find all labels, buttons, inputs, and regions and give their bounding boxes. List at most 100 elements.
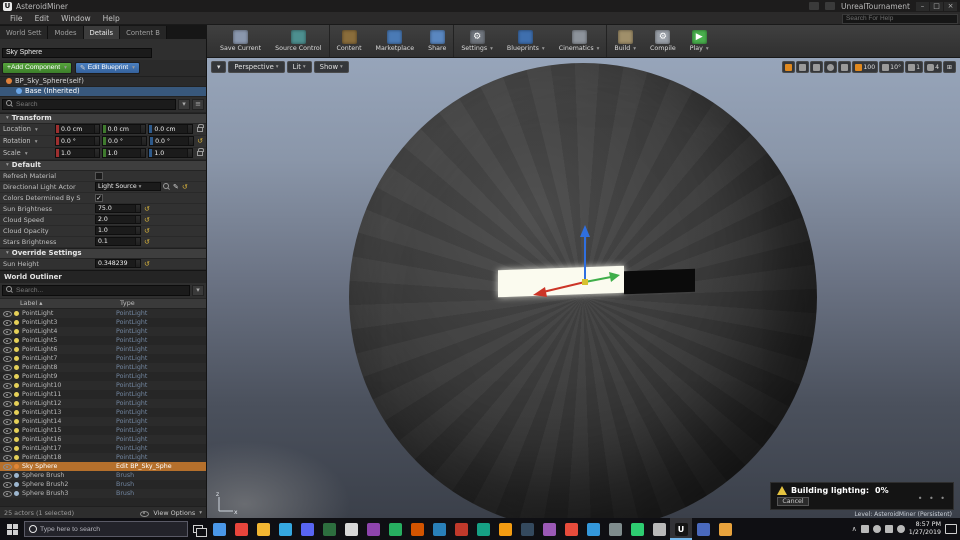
- lit-mode-button[interactable]: Lit ▾: [286, 61, 312, 73]
- y-value-field[interactable]: 1.0: [101, 148, 147, 158]
- z-value-field[interactable]: 1.0: [148, 148, 194, 158]
- visibility-eye-icon[interactable]: [3, 381, 12, 389]
- taskbar-app[interactable]: [274, 518, 296, 540]
- taskbar-app[interactable]: [428, 518, 450, 540]
- feedback-icon[interactable]: [808, 2, 819, 10]
- menu-item[interactable]: Edit: [29, 13, 56, 24]
- reset-to-default-icon[interactable]: ↺: [144, 205, 150, 213]
- edit-icon[interactable]: ✎: [173, 183, 179, 191]
- taskbar-app[interactable]: [714, 518, 736, 540]
- visibility-eye-icon[interactable]: [3, 399, 12, 407]
- cancel-button[interactable]: Cancel: [777, 497, 809, 506]
- outliner-row[interactable]: PointLight14 PointLight: [0, 416, 206, 426]
- transform-section-header[interactable]: ▾ Transform: [0, 112, 206, 124]
- reset-to-default-icon[interactable]: ↺: [197, 137, 203, 145]
- reset-to-default-icon[interactable]: ↺: [144, 227, 150, 235]
- reset-to-default-icon[interactable]: ↺: [144, 260, 150, 268]
- x-value-field[interactable]: 0.0 °: [55, 136, 101, 146]
- panel-tab[interactable]: Modes: [48, 26, 84, 39]
- surface-snap-icon[interactable]: [838, 61, 852, 73]
- lock-icon[interactable]: [197, 147, 205, 156]
- world-space-icon[interactable]: [824, 61, 838, 73]
- cloud-opacity-field[interactable]: 1.0: [95, 226, 141, 235]
- transform-gizmo[interactable]: [525, 187, 645, 307]
- viewport[interactable]: ▾ Perspective ▾ Lit ▾ Show ▾ 100 10° 1 4 ⊞ …: [207, 58, 960, 518]
- close-button[interactable]: ×: [944, 1, 957, 11]
- default-section-header[interactable]: ▾ Default: [0, 159, 206, 171]
- outliner-row[interactable]: PointLight15 PointLight: [0, 426, 206, 435]
- taskbar-app[interactable]: [362, 518, 384, 540]
- taskbar-app[interactable]: [318, 518, 340, 540]
- outliner-row[interactable]: Sphere Brush3 Brush: [0, 488, 206, 498]
- reset-to-default-icon[interactable]: ↺: [144, 238, 150, 246]
- sun-brightness-field[interactable]: 75.0: [95, 204, 141, 213]
- tray-icon-1[interactable]: [860, 525, 869, 533]
- outliner-row[interactable]: PointLight10 PointLight: [0, 380, 206, 390]
- outliner-row[interactable]: PointLight18 PointLight: [0, 452, 206, 462]
- outliner-row[interactable]: Sphere Brush2 Brush: [0, 480, 206, 489]
- outliner-row[interactable]: PointLight PointLight: [0, 308, 206, 318]
- taskbar-app[interactable]: [494, 518, 516, 540]
- move-tool-icon[interactable]: [782, 61, 796, 73]
- account-icon[interactable]: [824, 2, 835, 10]
- visibility-eye-icon[interactable]: [3, 471, 12, 479]
- override-section-header[interactable]: ▾ Override Settings: [0, 247, 206, 259]
- visibility-eye-icon[interactable]: [3, 390, 12, 398]
- stars-brightness-field[interactable]: 0.1: [95, 237, 141, 246]
- taskbar-app[interactable]: [340, 518, 362, 540]
- taskbar-app[interactable]: [252, 518, 274, 540]
- visibility-eye-icon[interactable]: [3, 453, 12, 461]
- z-value-field[interactable]: 0.0 °: [149, 136, 195, 146]
- outliner-row[interactable]: PointLight4 PointLight: [0, 326, 206, 336]
- visibility-eye-icon[interactable]: [3, 363, 12, 371]
- panel-tab[interactable]: World Sett: [0, 26, 49, 39]
- grid-snap-icon[interactable]: 100: [852, 61, 879, 73]
- visibility-eye-icon[interactable]: [3, 354, 12, 362]
- world-outliner-tab[interactable]: World Outliner: [0, 270, 206, 283]
- show-flags-button[interactable]: Show ▾: [313, 61, 349, 73]
- tray-expand-icon[interactable]: ∧: [852, 525, 857, 533]
- taskbar-app[interactable]: U: [670, 518, 692, 540]
- details-search-input[interactable]: [16, 100, 172, 108]
- visibility-eye-icon[interactable]: [3, 462, 12, 470]
- taskbar-app[interactable]: [516, 518, 538, 540]
- perspective-button[interactable]: Perspective ▾: [228, 61, 285, 73]
- taskbar-app[interactable]: [406, 518, 428, 540]
- toolbar-button[interactable]: Build ▾: [606, 25, 643, 57]
- taskbar-app[interactable]: [208, 518, 230, 540]
- taskbar-app[interactable]: [604, 518, 626, 540]
- help-search-input[interactable]: [842, 13, 958, 24]
- taskbar-app[interactable]: [384, 518, 406, 540]
- reset-to-default-icon[interactable]: ↺: [182, 183, 188, 191]
- outliner-row[interactable]: PointLight8 PointLight: [0, 362, 206, 372]
- visibility-eye-icon[interactable]: [3, 444, 12, 452]
- task-view-button[interactable]: [188, 518, 208, 540]
- y-value-field[interactable]: 0.0 cm: [101, 124, 147, 134]
- edit-blueprint-button[interactable]: ✎ Edit Blueprint ▾: [74, 61, 140, 74]
- browse-icon[interactable]: [163, 182, 171, 191]
- toolbar-button[interactable]: ⚙ Compile: [643, 25, 683, 57]
- x-value-field[interactable]: 1.0: [55, 148, 100, 158]
- viewport-options-icon[interactable]: ▾: [211, 61, 227, 73]
- scale-tool-icon[interactable]: [810, 61, 824, 73]
- visibility-eye-icon[interactable]: [3, 480, 12, 488]
- visibility-eye-icon[interactable]: [3, 318, 12, 326]
- outliner-filter-icon[interactable]: ▾: [192, 284, 204, 296]
- component-root-row[interactable]: BP_Sky_Sphere(self): [0, 76, 206, 87]
- rotation-snap-icon[interactable]: 10°: [879, 61, 905, 73]
- rotate-tool-icon[interactable]: [796, 61, 810, 73]
- sun-height-field[interactable]: 0.348239: [95, 259, 141, 268]
- filter-icon[interactable]: ▾: [178, 98, 190, 110]
- column-header-label[interactable]: Label ▴: [20, 299, 120, 307]
- taskbar-clock[interactable]: 8:57 PM 1/27/2019: [909, 521, 941, 537]
- panel-tab[interactable]: Details: [83, 26, 121, 39]
- taskbar-app[interactable]: [230, 518, 252, 540]
- actor-name-field[interactable]: [2, 47, 152, 58]
- toolbar-button[interactable]: Blueprints ▾: [500, 25, 552, 57]
- add-component-button[interactable]: +Add Component ▾: [2, 61, 72, 74]
- directional-light-dropdown[interactable]: Light Source ▾: [95, 182, 161, 191]
- toolbar-button[interactable]: Marketplace: [369, 25, 422, 57]
- panel-tab[interactable]: Content B: [120, 26, 167, 39]
- toolbar-button[interactable]: Cinematics ▾: [552, 25, 607, 57]
- outliner-row[interactable]: PointLight17 PointLight: [0, 444, 206, 453]
